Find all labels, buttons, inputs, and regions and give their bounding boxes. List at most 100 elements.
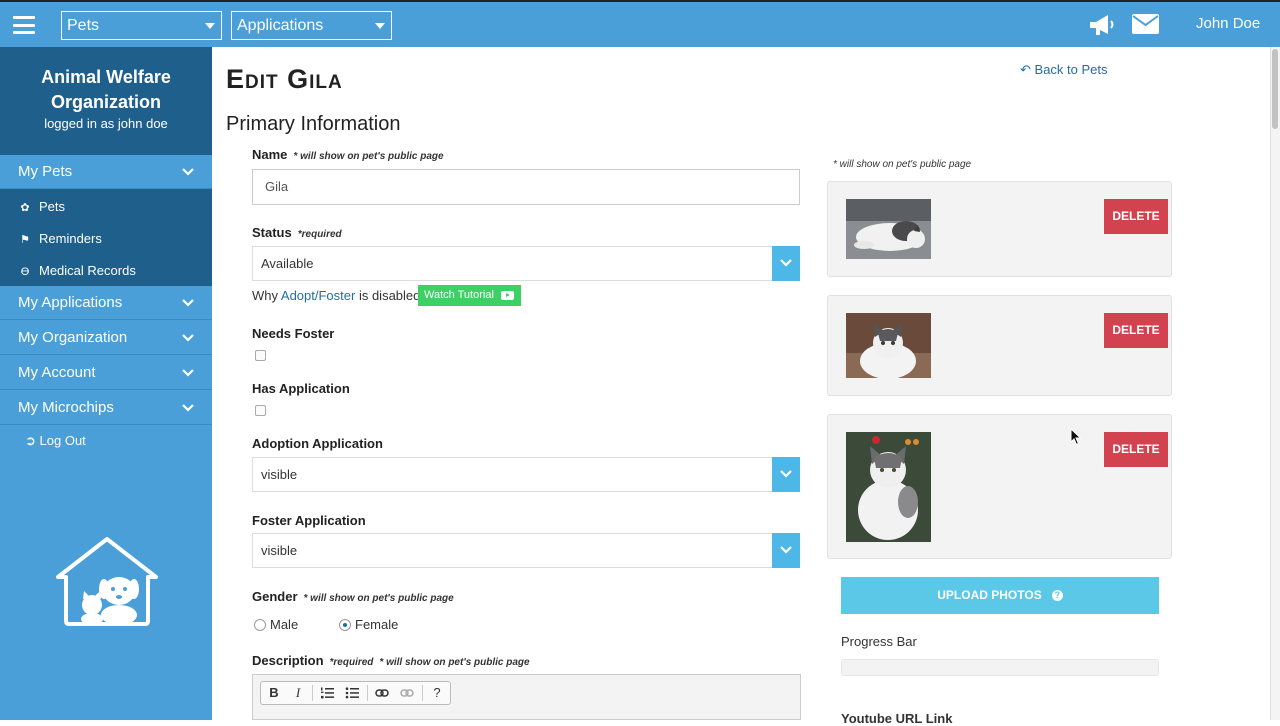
name-input[interactable]: Gila	[252, 169, 800, 205]
description-note-public: * will show on pet's public page	[379, 657, 530, 668]
reply-arrow-icon: ↶	[1020, 62, 1031, 77]
gender-label: Gender * will show on pet's public page	[252, 589, 454, 604]
bullet-list-icon	[345, 687, 359, 699]
paw-icon: ✿	[20, 202, 30, 214]
status-select-value: Available	[261, 256, 314, 271]
adoption-application-label: Adoption Application	[252, 436, 383, 451]
nav-my-account-label: My Account	[18, 364, 96, 381]
org-name: Animal Welfare Organization	[41, 67, 171, 112]
photo-card: DELETE	[827, 181, 1172, 277]
help-button[interactable]: ?	[426, 682, 448, 704]
scrollbar-thumb[interactable]	[1272, 49, 1278, 129]
play-icon	[501, 291, 514, 300]
gender-note: * will show on pet's public page	[303, 593, 454, 604]
section-heading: Primary Information	[226, 113, 401, 135]
logout-link[interactable]: ➲ Log Out	[25, 433, 86, 449]
status-label-text: Status	[252, 225, 292, 240]
name-label-text: Name	[252, 147, 288, 162]
chevron-down-icon	[182, 299, 194, 307]
italic-button[interactable]: I	[287, 682, 309, 704]
delete-photo-button[interactable]: DELETE	[1104, 199, 1168, 234]
gender-female-radio[interactable]	[339, 619, 351, 631]
org-box: Animal Welfare Organization logged in as…	[0, 47, 212, 155]
nav-my-pets[interactable]: My Pets	[0, 155, 212, 189]
top-bar: Pets Applications John Doe	[0, 0, 1280, 47]
gender-female-label: Female	[355, 617, 399, 632]
progress-bar-label: Progress Bar	[841, 634, 917, 649]
back-to-pets-link[interactable]: ↶ Back to Pets	[1020, 62, 1108, 78]
ordered-list-icon	[321, 687, 334, 699]
sidebar: Animal Welfare Organization logged in as…	[0, 47, 212, 720]
sidebar-item-pets[interactable]: ✿ Pets	[18, 199, 65, 214]
has-application-checkbox[interactable]	[255, 405, 266, 416]
nav-my-microchips-label: My Microchips	[18, 399, 114, 416]
bullet-list-button[interactable]	[341, 682, 363, 704]
cat-photo-1	[846, 199, 931, 259]
mouse-cursor-icon	[1070, 428, 1082, 446]
nav-my-applications[interactable]: My Applications	[0, 286, 212, 320]
upload-progress-bar	[841, 659, 1159, 676]
delete-photo-button[interactable]: DELETE	[1104, 432, 1168, 467]
has-application-label: Has Application	[252, 381, 350, 396]
bold-button[interactable]: B	[263, 682, 285, 704]
sidebar-item-medical-records[interactable]: ϴ Medical Records	[18, 263, 136, 278]
status-label: Status *required	[252, 225, 342, 240]
unlink-icon	[400, 689, 414, 697]
unlink-button[interactable]	[396, 682, 418, 704]
delete-photo-button[interactable]: DELETE	[1104, 313, 1168, 348]
gender-male-label: Male	[270, 617, 299, 632]
adopt-foster-link[interactable]: Adopt/Foster	[281, 288, 355, 303]
nav-my-applications-label: My Applications	[18, 294, 123, 311]
nav-my-microchips[interactable]: My Microchips	[0, 391, 212, 425]
foster-application-select[interactable]: visible	[252, 533, 800, 568]
select-toggle[interactable]	[772, 246, 800, 281]
chevron-down-icon	[182, 334, 194, 342]
gender-male-radio[interactable]	[254, 619, 266, 631]
cat-photo-3	[846, 432, 931, 542]
stethoscope-icon: ϴ	[20, 266, 30, 278]
foster-select-value: visible	[261, 543, 298, 558]
main-content: Edit Gila ↶ Back to Pets Primary Informa…	[212, 47, 1270, 726]
sidebar-item-label: Pets	[39, 199, 66, 214]
name-label: Name * will show on pet's public page	[252, 147, 444, 162]
needs-foster-checkbox[interactable]	[255, 350, 266, 361]
sidebar-item-reminders[interactable]: ⚑ Reminders	[18, 231, 102, 246]
upload-photos-button[interactable]: UPLOAD PHOTOS?	[841, 577, 1159, 614]
sidebar-item-label: Medical Records	[39, 263, 136, 278]
description-note-required: *required	[329, 657, 374, 668]
pets-select-value: Pets	[67, 17, 100, 34]
ordered-list-button[interactable]	[316, 682, 338, 704]
mail-icon[interactable]	[1132, 14, 1159, 34]
user-name[interactable]: John Doe	[1196, 15, 1260, 32]
question-circle-icon[interactable]: ?	[1051, 590, 1063, 601]
select-toggle[interactable]	[772, 457, 800, 492]
logged-in-text: logged in as john doe	[44, 116, 168, 131]
needs-foster-label: Needs Foster	[252, 326, 335, 341]
chevron-down-icon	[182, 404, 194, 412]
select-toggle[interactable]	[772, 533, 800, 568]
back-to-pets-label: Back to Pets	[1034, 62, 1108, 77]
logout-icon: ➲	[25, 433, 36, 448]
link-button[interactable]	[371, 682, 393, 704]
gender-label-text: Gender	[252, 589, 298, 604]
chevron-down-icon	[780, 259, 792, 267]
chevron-down-icon	[780, 546, 792, 554]
nav-my-organization-label: My Organization	[18, 329, 128, 346]
watch-tutorial-button[interactable]: Watch Tutorial	[418, 285, 521, 306]
adoption-application-select[interactable]: visible	[252, 457, 800, 492]
pets-select[interactable]: Pets	[61, 11, 222, 40]
megaphone-icon[interactable]	[1088, 13, 1116, 37]
chevron-down-icon	[182, 168, 194, 176]
adoption-select-value: visible	[261, 467, 298, 482]
applications-select[interactable]: Applications	[231, 11, 392, 40]
chevron-down-icon	[780, 470, 792, 478]
description-editor[interactable]: B I ?	[252, 674, 801, 720]
status-select[interactable]: Available	[252, 246, 800, 281]
scrollbar-track[interactable]	[1270, 47, 1280, 720]
status-note: *required	[297, 229, 342, 240]
nav-my-account[interactable]: My Account	[0, 356, 212, 390]
hamburger-menu-icon[interactable]	[13, 16, 35, 34]
applications-select-value: Applications	[237, 17, 324, 34]
nav-my-organization[interactable]: My Organization	[0, 321, 212, 355]
photos-note: * will show on pet's public page	[833, 159, 972, 170]
